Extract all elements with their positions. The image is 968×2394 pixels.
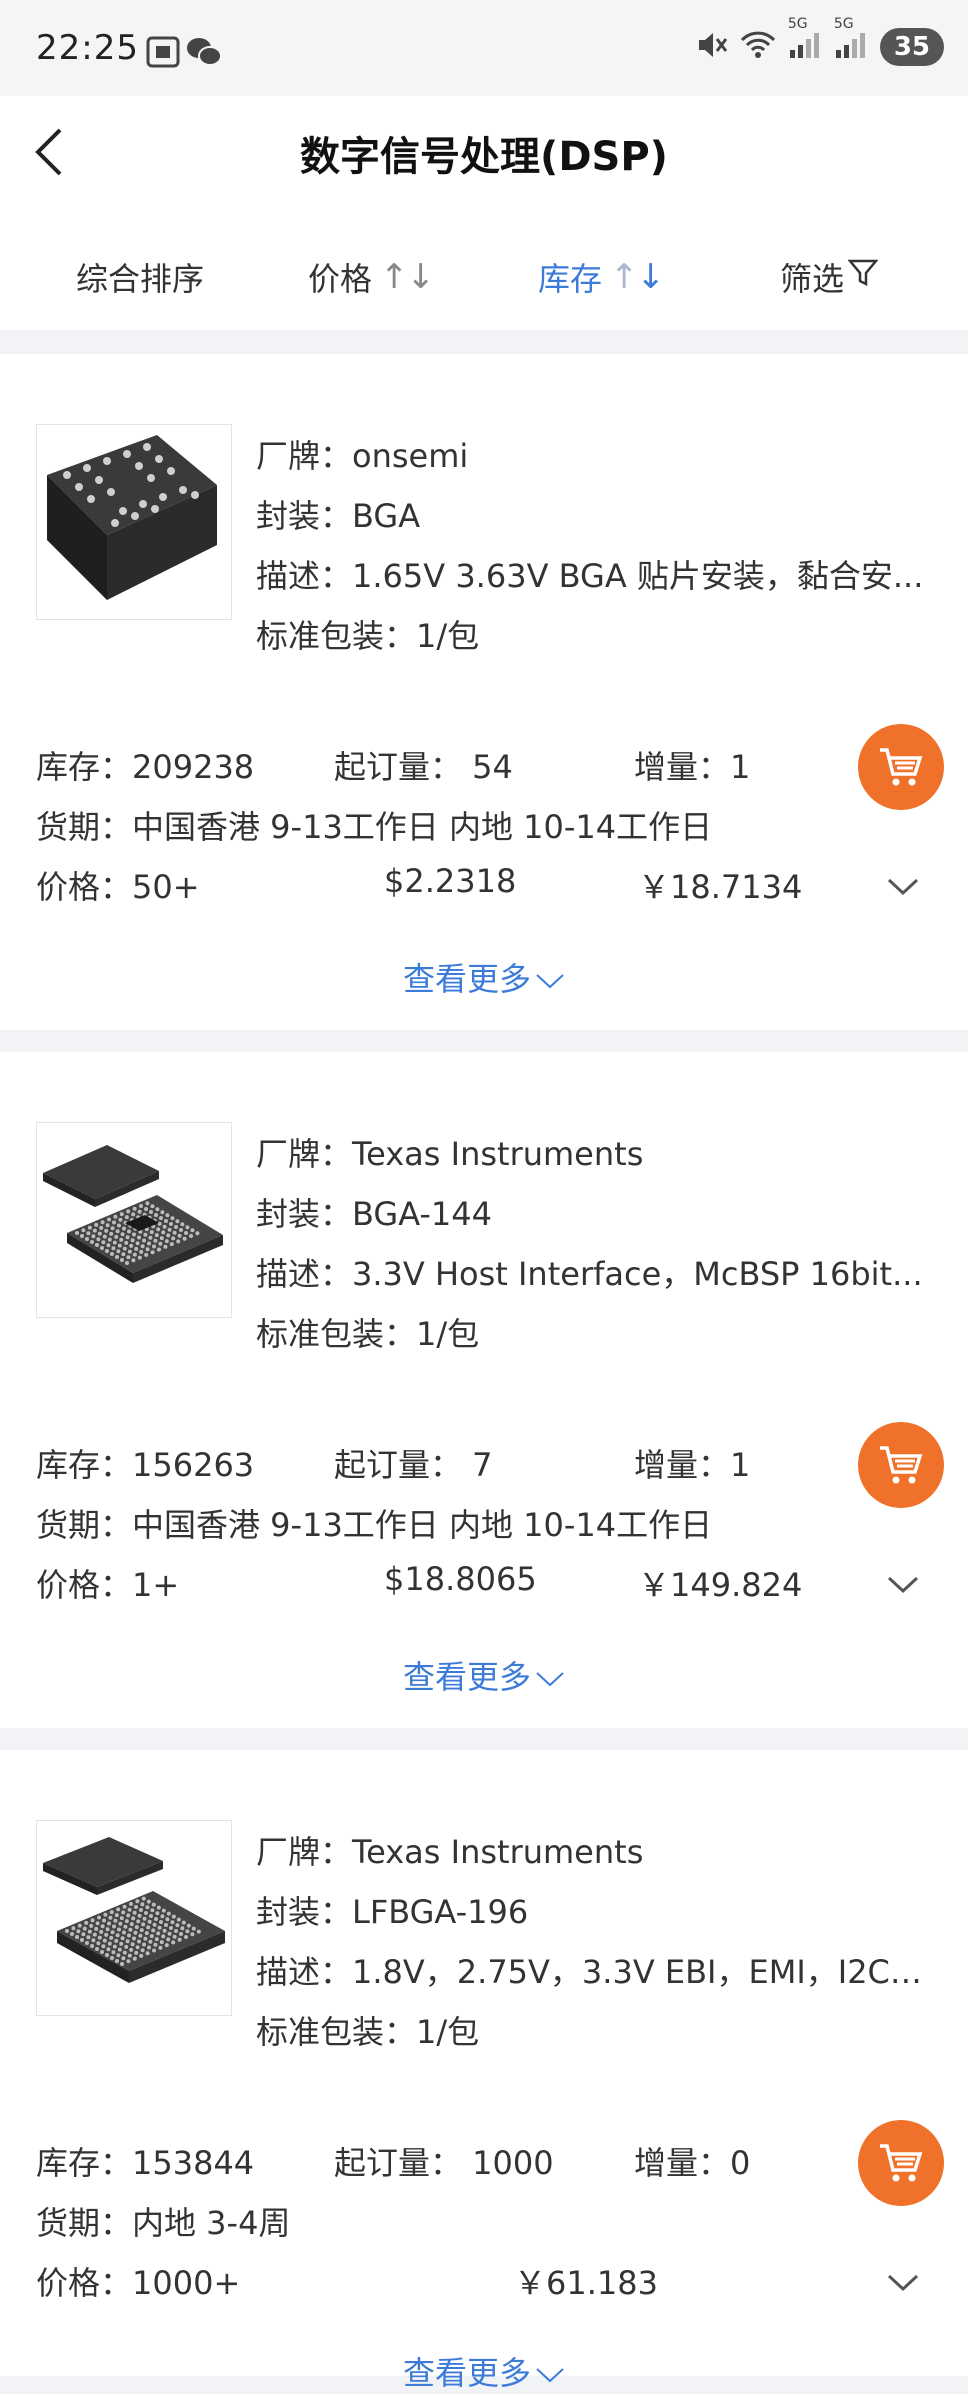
chevron-down-icon[interactable] (886, 1574, 920, 1596)
wifi-icon (740, 30, 776, 64)
brand-text: 厂牌：Texas Instruments (256, 1833, 644, 1871)
standard-package-text: 标准包装：1/包 (256, 617, 480, 655)
network-label-2: 5G (833, 16, 854, 32)
product-image[interactable] (36, 424, 232, 620)
product-info: 厂牌：onsemi 封装：BGA 描述：1.65V 3.63V BGA 贴片安装… (256, 426, 936, 666)
product-card[interactable]: 厂牌：Texas Instruments 封装：LFBGA-196 描述：1.8… (0, 1750, 968, 2392)
tab-stock[interactable]: 库存 ↑↓ (538, 254, 665, 300)
view-more-link[interactable]: 查看更多 (0, 1652, 968, 1698)
price-cny-text: ￥18.7134 (638, 868, 803, 906)
package-text: 封装：BGA-144 (256, 1195, 493, 1233)
tab-label: 筛选 (780, 260, 845, 298)
add-to-cart-button[interactable] (858, 1422, 944, 1508)
price-tier-text: 价格：1+ (36, 1566, 180, 1604)
battery-indicator: 35 (879, 28, 944, 66)
standard-package-text: 标准包装：1/包 (256, 1315, 480, 1353)
lead-time-text: 货期：中国香港 9-13工作日 内地 10-14工作日 (36, 808, 713, 846)
product-card[interactable]: 厂牌：onsemi 封装：BGA 描述：1.65V 3.63V BGA 贴片安装… (0, 354, 968, 1030)
tab-label: 综合排序 (76, 260, 205, 298)
product-card[interactable]: 厂牌：Texas Instruments 封装：BGA-144 描述：3.3V … (0, 1052, 968, 1728)
moq-text: 起订量： 54 (334, 748, 513, 786)
view-more-label: 查看更多 (402, 2354, 531, 2392)
stock-text: 库存：156263 (36, 1446, 255, 1484)
lead-time-text: 货期：中国香港 9-13工作日 内地 10-14工作日 (36, 1506, 713, 1544)
network-label-1: 5G (787, 16, 808, 32)
product-image[interactable] (36, 1820, 232, 2016)
product-info: 厂牌：Texas Instruments 封装：BGA-144 描述：3.3V … (256, 1124, 936, 1364)
view-more-label: 查看更多 (402, 1658, 531, 1696)
lead-time-text: 货期：内地 3-4周 (36, 2204, 291, 2242)
sort-arrows-icon: ↑↓ (380, 257, 435, 297)
tab-overall-sort[interactable]: 综合排序 (76, 254, 204, 300)
moq-text: 起订量： 7 (334, 1446, 493, 1484)
status-right: 5G 5G 35 (696, 16, 944, 66)
moq-text: 起订量： 1000 (334, 2144, 554, 2182)
product-info: 厂牌：Texas Instruments 封装：LFBGA-196 描述：1.8… (256, 1822, 936, 2062)
price-usd-text: $18.8065 (384, 1560, 537, 1598)
price-cny-text: ￥149.824 (638, 1566, 803, 1604)
stock-text: 库存：209238 (36, 748, 255, 786)
price-usd-text: $2.2318 (384, 862, 517, 900)
signal-icon-1: 5G (788, 16, 822, 64)
price-tier-text: 价格：50+ (36, 868, 200, 906)
view-more-link[interactable]: 查看更多 (0, 954, 968, 1000)
sort-tabs: 综合排序 价格 ↑↓ 库存 ↑↓ 筛选 (0, 206, 968, 330)
standard-package-text: 标准包装：1/包 (256, 2013, 480, 2051)
status-bar: 22:25 5G 5G 35 (0, 0, 968, 96)
increment-text: 增量：0 (634, 2144, 751, 2182)
product-image[interactable] (36, 1122, 232, 1318)
tab-filter[interactable]: 筛选 (780, 254, 879, 300)
description-text: 描述：3.3V Host Interface，McBSP 16bit... (256, 1255, 923, 1293)
package-text: 封装：LFBGA-196 (256, 1893, 529, 1931)
mute-icon (696, 30, 728, 64)
description-text: 描述：1.65V 3.63V BGA 贴片安装，黏合安... (256, 557, 924, 595)
cart-icon (880, 2144, 923, 2182)
chevron-down-icon[interactable] (886, 2272, 920, 2294)
add-to-cart-button[interactable] (858, 2120, 944, 2206)
description-text: 描述：1.8V，2.75V，3.3V EBI，EMI，I2C，... (256, 1953, 936, 1991)
view-more-label: 查看更多 (402, 960, 531, 998)
screenshot-icon (146, 36, 180, 72)
stock-text: 库存：153844 (36, 2144, 255, 2182)
price-cny-text: ￥61.183 (514, 2264, 658, 2302)
sort-arrows-icon: ↑↓ (610, 257, 665, 297)
chevron-down-icon (536, 1672, 564, 1687)
page-header: 数字信号处理(DSP) (0, 96, 968, 206)
view-more-link[interactable]: 查看更多 (0, 2348, 968, 2394)
add-to-cart-button[interactable] (858, 724, 944, 810)
signal-icon-2: 5G (834, 16, 868, 64)
chevron-down-icon (536, 2368, 564, 2383)
wechat-icon (186, 36, 222, 72)
tab-label: 库存 (538, 260, 603, 298)
brand-text: 厂牌：onsemi (256, 437, 469, 475)
cart-icon (880, 748, 923, 786)
cart-icon (880, 1446, 923, 1484)
package-text: 封装：BGA (256, 497, 421, 535)
filter-icon (847, 258, 879, 296)
price-tier-text: 价格：1000+ (36, 2264, 241, 2302)
page-title: 数字信号处理(DSP) (300, 134, 668, 180)
brand-text: 厂牌：Texas Instruments (256, 1135, 644, 1173)
increment-text: 增量：1 (634, 1446, 751, 1484)
chevron-down-icon[interactable] (886, 876, 920, 898)
tab-price[interactable]: 价格 ↑↓ (308, 254, 435, 300)
chevron-down-icon (536, 974, 564, 989)
increment-text: 增量：1 (634, 748, 751, 786)
tab-label: 价格 (308, 260, 373, 298)
status-time: 22:25 (36, 28, 139, 68)
